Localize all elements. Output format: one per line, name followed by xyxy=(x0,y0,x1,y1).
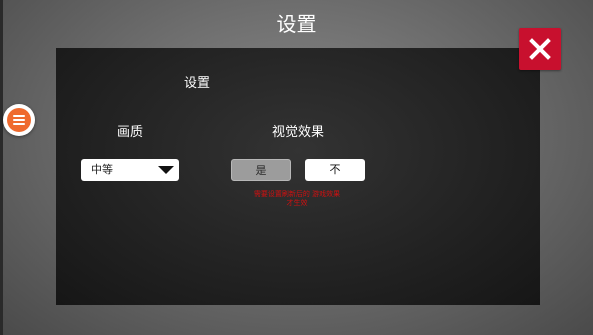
visual-effects-label: 视觉效果 xyxy=(272,125,325,140)
visual-effects-no-button[interactable]: 不 xyxy=(305,159,365,181)
settings-panel: 设置 画质 视觉效果 中等 是 不 需要设置刷新后的 游戏效果才生效 xyxy=(56,48,540,305)
close-icon xyxy=(529,38,551,60)
warning-text: 需要设置刷新后的 游戏效果才生效 xyxy=(253,190,341,207)
hamburger-menu-icon xyxy=(7,108,31,132)
close-button[interactable] xyxy=(519,28,561,70)
visual-effects-yes-button[interactable]: 是 xyxy=(231,159,291,181)
quality-dropdown-value: 中等 xyxy=(91,163,113,176)
window-edge xyxy=(0,0,3,335)
menu-button[interactable] xyxy=(3,104,35,136)
page-title: 设置 xyxy=(276,12,317,36)
quality-label: 画质 xyxy=(117,125,144,140)
quality-dropdown[interactable]: 中等 xyxy=(81,159,179,181)
panel-heading: 设置 xyxy=(184,76,211,91)
caret-down-icon xyxy=(158,166,174,174)
